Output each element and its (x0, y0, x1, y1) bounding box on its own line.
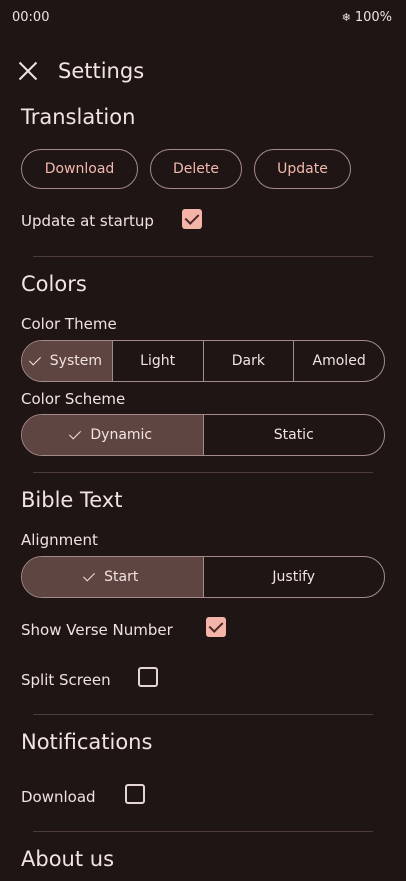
divider (33, 472, 373, 473)
notification-download-checkbox[interactable] (125, 784, 145, 804)
color-theme-option-light[interactable]: Light (111, 341, 203, 381)
settings-status-icon: ❄ (341, 11, 351, 24)
show-verse-number-checkbox[interactable] (206, 617, 226, 637)
delete-button[interactable]: Delete (150, 149, 242, 189)
color-theme-segmented-control: System Light Dark Amoled (21, 340, 385, 382)
split-screen-label: Split Screen (21, 671, 111, 689)
split-screen-checkbox[interactable] (138, 667, 158, 687)
alignment-segmented-control: Start Justify (21, 556, 385, 598)
status-bar: 00:00 ❄ 100% (12, 10, 392, 28)
color-scheme-segmented-control: Dynamic Static (21, 414, 385, 456)
color-theme-option-amoled[interactable]: Amoled (293, 341, 384, 381)
about-heading[interactable]: About us (21, 847, 114, 871)
color-theme-option-system[interactable]: System (22, 341, 112, 381)
status-right: ❄ 100% (342, 10, 392, 25)
color-scheme-option-dynamic[interactable]: Dynamic (22, 415, 203, 455)
update-button[interactable]: Update (254, 149, 351, 189)
divider (33, 714, 373, 715)
color-theme-label: Color Theme (21, 315, 117, 333)
status-time: 00:00 (12, 10, 50, 25)
alignment-label: Alignment (21, 531, 98, 549)
divider (33, 256, 373, 257)
translation-heading: Translation (21, 105, 136, 129)
bible-text-heading: Bible Text (21, 488, 123, 512)
page-title: Settings (58, 59, 145, 83)
check-icon (83, 568, 96, 582)
color-theme-option-dark[interactable]: Dark (202, 341, 294, 381)
close-icon[interactable] (18, 61, 38, 81)
app-bar: Settings (18, 56, 388, 86)
update-at-startup-checkbox[interactable] (182, 209, 202, 229)
color-scheme-label: Color Scheme (21, 390, 126, 408)
alignment-option-justify[interactable]: Justify (202, 557, 385, 597)
battery-level: 100% (354, 10, 392, 25)
update-at-startup-label: Update at startup (21, 212, 154, 230)
download-button[interactable]: Download (21, 149, 138, 189)
divider (33, 831, 373, 832)
show-verse-number-label: Show Verse Number (21, 621, 173, 639)
notifications-heading: Notifications (21, 730, 153, 754)
color-scheme-option-static[interactable]: Static (202, 415, 385, 455)
check-icon (69, 426, 82, 440)
alignment-option-start[interactable]: Start (22, 557, 203, 597)
colors-heading: Colors (21, 272, 87, 296)
check-icon (28, 352, 41, 366)
notification-download-label: Download (21, 788, 96, 806)
